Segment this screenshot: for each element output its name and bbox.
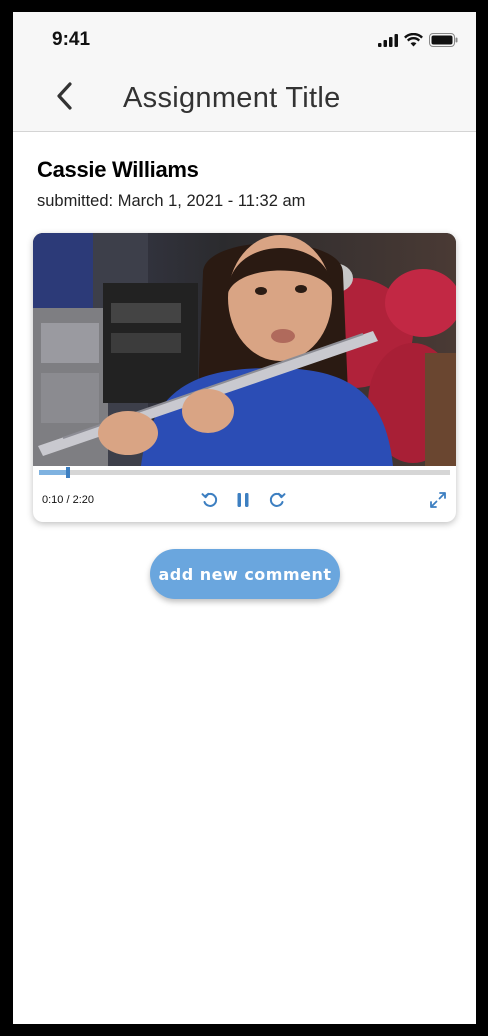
wifi-icon	[404, 33, 423, 47]
pause-icon	[237, 493, 249, 507]
page-title: Assignment Title	[123, 82, 341, 114]
add-comment-button[interactable]: add new comment	[150, 549, 340, 599]
battery-icon	[429, 33, 458, 47]
status-time: 9:41	[52, 29, 91, 50]
status-icons	[378, 32, 458, 48]
forward-icon	[269, 492, 286, 507]
video-thumbnail	[33, 233, 456, 466]
cellular-signal-icon	[378, 33, 398, 47]
chevron-left-icon	[57, 82, 72, 110]
video-frame[interactable]	[33, 233, 456, 466]
fullscreen-button[interactable]	[427, 489, 449, 511]
forward-button[interactable]	[266, 489, 288, 511]
progress-bar[interactable]	[39, 467, 450, 478]
submission-timestamp: submitted: March 1, 2021 - 11:32 am	[37, 192, 306, 210]
rewind-icon	[201, 492, 218, 507]
progress-thumb[interactable]	[66, 467, 71, 478]
back-button[interactable]	[49, 78, 79, 114]
video-player: 0:10 / 2:20	[33, 233, 456, 522]
header: 9:41 Assignment Title	[13, 12, 476, 132]
pause-button[interactable]	[232, 489, 254, 511]
fullscreen-icon	[430, 492, 446, 508]
app-screen: 9:41 Assignment Title Cassie Williams su…	[13, 12, 476, 1024]
rewind-button[interactable]	[199, 489, 221, 511]
progress-fill	[39, 470, 69, 475]
student-name: Cassie Williams	[37, 157, 199, 182]
time-readout: 0:10 / 2:20	[42, 494, 94, 506]
